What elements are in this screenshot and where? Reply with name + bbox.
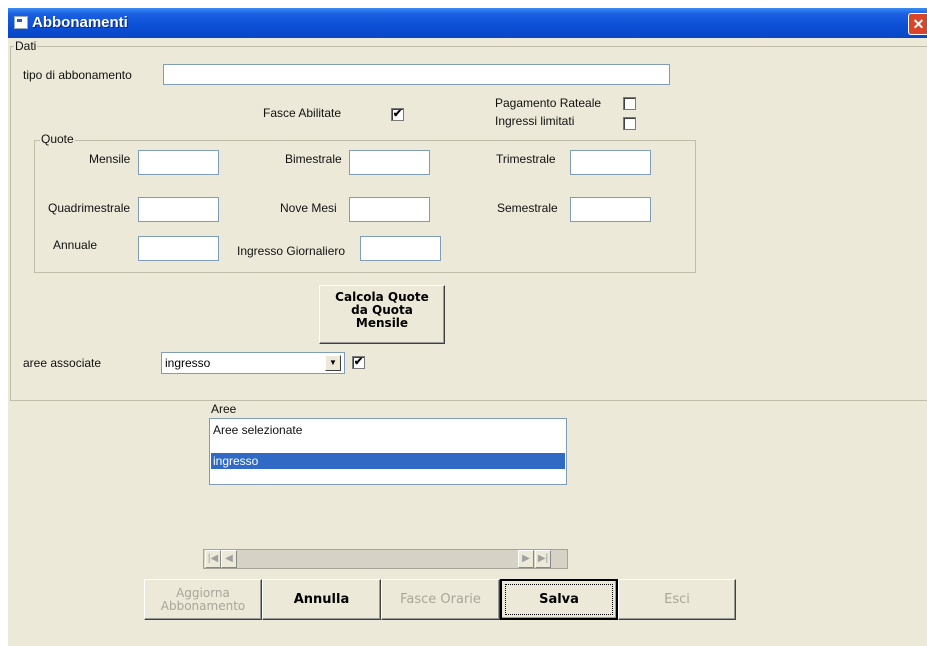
aree-label: Aree (211, 402, 237, 416)
chevron-down-icon[interactable]: ▼ (325, 355, 341, 371)
window-icon (14, 16, 28, 29)
ingresso-giornaliero-input[interactable] (360, 236, 441, 261)
semestrale-input[interactable] (570, 197, 651, 222)
fasce-orarie-button[interactable]: Fasce Orarie (381, 579, 500, 620)
annuale-label: Annuale (53, 238, 98, 252)
pagamento-rateale-checkbox[interactable] (623, 97, 636, 110)
window-title: Abbonamenti (32, 14, 128, 31)
aree-associate-label: aree associate (23, 356, 102, 370)
quadrimestrale-label: Quadrimestrale (48, 201, 131, 215)
tipo-abbonamento-input[interactable] (163, 64, 670, 85)
calcola-line3: Mensile (355, 316, 409, 330)
aree-list-header: Aree selezionate (213, 423, 303, 437)
aree-listbox[interactable]: Aree selezionate ingresso (209, 418, 567, 485)
title-bar[interactable]: Abbonamenti ✕ (8, 8, 927, 38)
salva-button[interactable]: Salva (500, 579, 618, 620)
mensile-input[interactable] (138, 150, 219, 175)
nove-mesi-input[interactable] (349, 197, 430, 222)
ingressi-limitati-label: Ingressi limitati (495, 114, 575, 128)
semestrale-label: Semestrale (497, 201, 558, 215)
tipo-abbonamento-label: tipo di abbonamento (23, 68, 132, 82)
ingressi-limitati-checkbox[interactable] (623, 117, 636, 130)
bimestrale-input[interactable] (349, 150, 430, 175)
prev-record-icon[interactable]: ◀ (221, 550, 237, 568)
aggiorna-line2: Abbonamento (160, 599, 246, 613)
aree-list-item[interactable]: ingresso (211, 453, 565, 469)
annuale-input[interactable] (138, 236, 219, 261)
record-navigator[interactable]: |◀ ◀ ▶ ▶| (203, 549, 568, 569)
first-record-icon[interactable]: |◀ (205, 550, 221, 568)
bimestrale-label: Bimestrale (285, 152, 342, 166)
aree-associate-selected: ingresso (165, 356, 211, 370)
aree-associate-combo[interactable]: ingresso (161, 352, 345, 374)
pagamento-rateale-label: Pagamento Rateale (495, 96, 602, 110)
abbonamenti-window: Abbonamenti ✕ Dati tipo di abbonamento F… (8, 8, 927, 646)
fasce-abilitate-label: Fasce Abilitate (263, 106, 342, 120)
esci-button[interactable]: Esci (618, 579, 736, 620)
aggiorna-abbonamento-button[interactable]: Aggiorna Abbonamento (144, 579, 262, 620)
quote-group-label: Quote (40, 132, 75, 146)
quadrimestrale-input[interactable] (138, 197, 219, 222)
ingresso-giornaliero-label: Ingresso Giornaliero (237, 244, 346, 258)
close-icon[interactable]: ✕ (908, 13, 927, 35)
fasce-abilitate-checkbox[interactable]: ✔ (391, 108, 404, 121)
nove-mesi-label: Nove Mesi (280, 201, 337, 215)
aree-associate-checkbox[interactable]: ✔ (352, 356, 365, 369)
next-record-icon[interactable]: ▶ (518, 550, 534, 568)
annulla-button[interactable]: Annulla (262, 579, 381, 620)
trimestrale-label: Trimestrale (496, 152, 556, 166)
last-record-icon[interactable]: ▶| (535, 550, 551, 568)
mensile-label: Mensile (89, 152, 131, 166)
dati-group-label: Dati (14, 39, 38, 53)
calcola-quote-button[interactable]: Calcola Quote da Quota Mensile (319, 285, 445, 344)
trimestrale-input[interactable] (570, 150, 651, 175)
